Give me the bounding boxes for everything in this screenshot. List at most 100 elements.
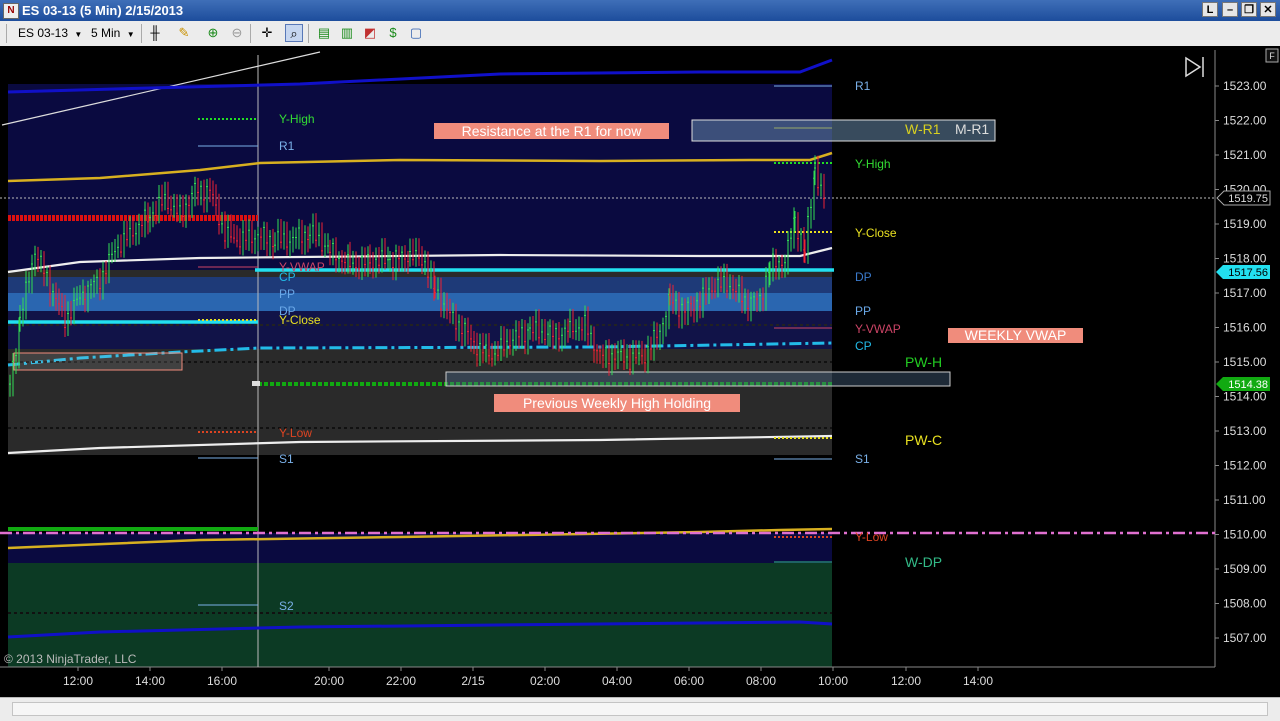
cp-label-right: CP — [855, 339, 872, 353]
price-tick-label: 1508.00 — [1223, 597, 1267, 611]
price-tick-label: 1517.00 — [1223, 286, 1267, 300]
maximize-button[interactable]: ❐ — [1241, 2, 1257, 17]
w-dp-label: W-DP — [905, 554, 942, 570]
time-tick-label: 22:00 — [386, 674, 416, 688]
y-close-label-left: Y-Close — [279, 313, 321, 327]
price-tick-label: 1512.00 — [1223, 459, 1267, 473]
w-r1-zone-box[interactable] — [691, 119, 996, 142]
price-tick-label: 1511.00 — [1223, 493, 1266, 507]
time-tick-label: 08:00 — [746, 674, 776, 688]
price-tick-label: 1523.00 — [1223, 79, 1267, 93]
bar-type-icon[interactable]: ╫ — [146, 24, 164, 42]
weekly-vwap-annotation[interactable]: WEEKLY VWAP — [948, 328, 1083, 343]
time-tick-label: 14:00 — [963, 674, 993, 688]
y-low-label-left: Y-Low — [279, 426, 312, 440]
pencil-draw-icon[interactable]: ✎ — [175, 24, 193, 42]
cp-label-left: CP — [279, 270, 296, 284]
pp-label-left: PP — [279, 287, 295, 301]
y-high-label-right: Y-High — [855, 157, 891, 171]
indicators-icon[interactable]: ▤ — [315, 24, 333, 42]
chevron-down-icon: ▼ — [126, 30, 135, 39]
drag-handle[interactable] — [252, 381, 260, 386]
time-tick-label: 04:00 — [602, 674, 632, 688]
chart-properties-icon[interactable]: ◩ — [361, 24, 379, 42]
price-tick-label: 1515.00 — [1223, 355, 1267, 369]
time-tick-label: 10:00 — [818, 674, 848, 688]
s1-label-left: S1 — [279, 452, 294, 466]
r1-zone — [8, 84, 832, 270]
crosshair-icon[interactable]: ✛ — [258, 24, 276, 42]
instrument-label: ES 03-13 — [18, 26, 69, 40]
y-close-label-right: Y-Close — [855, 226, 897, 240]
pw-high-price-marker: 1514.38 — [1216, 377, 1270, 391]
price-tick-label: 1521.00 — [1223, 148, 1267, 162]
dp-label-right: DP — [855, 270, 872, 284]
pw-high-price-label: 1514.38 — [1228, 379, 1268, 391]
price-tick-label: 1514.00 — [1223, 390, 1267, 404]
price-tick-label: 1522.00 — [1223, 114, 1267, 128]
interval-selector[interactable]: 5 Min ▼ — [91, 25, 135, 42]
close-button[interactable]: ✕ — [1260, 2, 1276, 17]
cursor-price-label: 1519.75 — [1228, 193, 1268, 205]
y-vwap-label-right: Y-VWAP — [855, 322, 901, 336]
strategies-icon[interactable]: ▥ — [338, 24, 356, 42]
chart-canvas[interactable]: F 1523.001522.001521.001520.001519.00151… — [0, 46, 1280, 697]
time-tick-label: 20:00 — [314, 674, 344, 688]
instrument-selector[interactable]: ES 03-13 ▼ — [18, 25, 82, 42]
resistance-annotation[interactable]: Resistance at the R1 for now — [434, 123, 669, 139]
interval-label: 5 Min — [91, 26, 121, 40]
pw-c-label: PW-C — [905, 432, 942, 448]
s1-s2-gap — [8, 455, 832, 533]
zoom-out-icon[interactable]: ⊖ — [228, 24, 246, 42]
price-tick-label: 1518.00 — [1223, 252, 1267, 266]
toolbar-separator — [141, 24, 142, 43]
s2-label-left: S2 — [279, 599, 294, 613]
m-r1-label: M-R1 — [955, 121, 989, 137]
y-low-label-right: Y-Low — [855, 530, 888, 544]
chart-scrollbar[interactable] — [0, 697, 1280, 721]
cp-pp-zone — [8, 277, 832, 293]
r1-label-left: R1 — [279, 139, 295, 153]
cursor-price-marker: 1519.75 — [1216, 190, 1271, 206]
pw-high-zone-box[interactable] — [445, 371, 951, 387]
last-price-marker: 1517.56 — [1216, 265, 1270, 279]
time-tick-label: 12:00 — [891, 674, 921, 688]
last-price-label: 1517.56 — [1228, 267, 1268, 279]
time-tick-label: 14:00 — [135, 674, 165, 688]
dollar-icon[interactable]: $ — [384, 24, 402, 42]
price-chart[interactable]: F 1523.00 1522.00 1521.00 1520.00 1519.00 151… — [0, 46, 1280, 697]
time-tick-label: 02:00 — [530, 674, 560, 688]
time-tick-label: 16:00 — [207, 674, 237, 688]
window-title: ES 03-13 (5 Min) 2/15/2013 — [22, 3, 184, 18]
zoom-in-icon[interactable]: ⊕ — [204, 24, 222, 42]
w-r1-label: W-R1 — [905, 121, 941, 137]
dp-zone — [8, 311, 832, 349]
y-high-label-left: Y-High — [279, 112, 315, 126]
price-tick-label: 1507.00 — [1223, 631, 1267, 645]
price-tick-label: 1513.00 — [1223, 424, 1267, 438]
minimize-button[interactable]: – — [1222, 2, 1238, 17]
pw-h-label: PW-H — [905, 354, 942, 370]
chart-toolbar: ES 03-13 ▼ 5 Min ▼ ╫ ✎ ⊕ ⊖ ✛ ⌕ ▤ ▥ ◩ $ ▢ — [0, 21, 1280, 47]
s1-label-right: S1 — [855, 452, 870, 466]
price-tick-label: 1519.00 — [1223, 217, 1267, 231]
title-bar: N ES 03-13 (5 Min) 2/15/2013 L – ❐ ✕ — [0, 0, 1280, 21]
price-tick-label: 1516.00 — [1223, 321, 1267, 335]
toolbar-separator — [250, 24, 251, 43]
data-box-icon[interactable]: ▢ — [407, 24, 425, 42]
time-tick-label: 06:00 — [674, 674, 704, 688]
time-tick-label: 2/15 — [461, 674, 485, 688]
app-icon: N — [3, 3, 19, 19]
prev-weekly-high-annotation[interactable]: Previous Weekly High Holding — [494, 394, 740, 412]
r1-label-right: R1 — [855, 79, 871, 93]
magnifier-icon[interactable]: ⌕ — [285, 24, 303, 42]
pp-dp-zone — [8, 293, 832, 311]
price-tick-label: 1510.00 — [1223, 528, 1267, 542]
f-button-label: F — [1269, 51, 1275, 61]
left-zone-box[interactable] — [13, 352, 183, 371]
price-tick-label: 1509.00 — [1223, 562, 1267, 576]
toolbar-grip — [6, 24, 7, 43]
restore-icon-button[interactable]: L — [1202, 2, 1218, 17]
copyright-text: © 2013 NinjaTrader, LLC — [4, 652, 137, 666]
scrollbar-thumb[interactable] — [12, 702, 1268, 716]
